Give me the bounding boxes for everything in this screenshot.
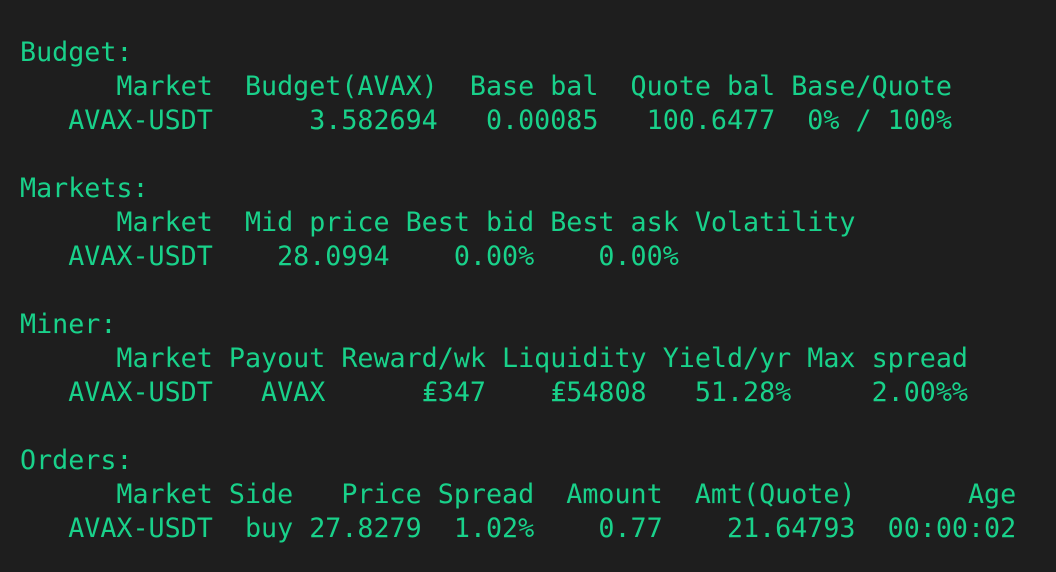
markets-section: Markets: Market Mid price Best bid Best …	[20, 172, 1056, 274]
orders-section: Orders: Market Side Price Spread Amount …	[20, 444, 1056, 546]
table-header: Market Payout Reward/wk Liquidity Yield/…	[20, 343, 968, 374]
table-header: Market Side Price Spread Amount Amt(Quot…	[20, 479, 1017, 510]
table-row: AVAX-USDT buy 27.8279 1.02% 0.77 21.6479…	[20, 513, 1017, 544]
table-header: Market Mid price Best bid Best ask Volat…	[20, 207, 856, 238]
budget-section: Budget: Market Budget(AVAX) Base bal Quo…	[20, 36, 1056, 138]
table-row: AVAX-USDT 28.0994 0.00% 0.00%	[20, 241, 679, 272]
table-row: AVAX-USDT AVAX ₤347 ₤54808 51.28% 2.00%%	[20, 377, 968, 408]
section-title: Budget:	[20, 37, 133, 68]
table-header: Market Budget(AVAX) Base bal Quote bal B…	[20, 71, 952, 102]
section-title: Markets:	[20, 173, 149, 204]
section-title: Miner:	[20, 309, 117, 340]
table-row: AVAX-USDT 3.582694 0.00085 100.6477 0% /…	[20, 105, 952, 136]
miner-section: Miner: Market Payout Reward/wk Liquidity…	[20, 308, 1056, 410]
terminal-output[interactable]: Budget: Market Budget(AVAX) Base bal Quo…	[0, 0, 1056, 572]
section-title: Orders:	[20, 445, 133, 476]
